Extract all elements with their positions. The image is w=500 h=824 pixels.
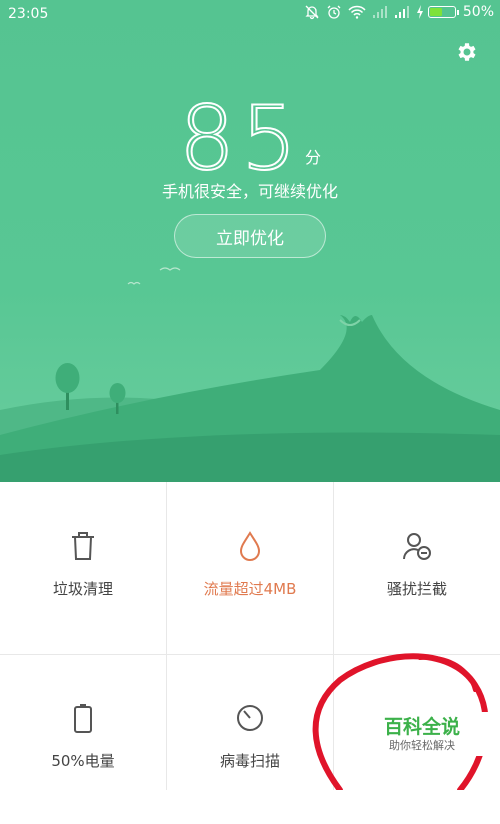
watermark-subtitle: 助你轻松解决 — [389, 739, 455, 752]
hero-panel: 23:05 50% 85 分 手机很安全，可继续优化 立即优化 — [0, 0, 500, 482]
tool-label: 病毒扫描 — [219, 752, 280, 770]
security-status-text: 手机很安全，可继续优化 — [161, 182, 338, 201]
tool-junk-cleanup[interactable]: 垃圾清理 — [0, 482, 166, 652]
score-value: 85 — [178, 87, 303, 190]
settings-gear-icon[interactable] — [455, 40, 479, 64]
tool-label: 50%电量 — [51, 752, 115, 770]
tool-data-usage[interactable]: 流量超过4MB — [167, 482, 333, 652]
user-block-icon — [403, 533, 431, 560]
security-score: 85 分 — [0, 94, 500, 184]
tool-label: 垃圾清理 — [52, 580, 113, 598]
watermark-logo: 百科全说 助你轻松解决 — [352, 712, 492, 756]
tool-virus-scan[interactable]: 病毒扫描 — [167, 654, 333, 824]
trash-icon — [72, 532, 94, 560]
tool-harassment-block[interactable]: 骚扰拦截 — [334, 482, 500, 652]
tool-label: 骚扰拦截 — [386, 580, 447, 598]
status-bar: 23:05 50% — [0, 0, 500, 28]
battery-percent: 50% — [462, 4, 494, 20]
drop-icon — [239, 531, 261, 561]
battery-icon — [427, 6, 456, 18]
tool-battery[interactable]: 50%电量 — [0, 654, 166, 824]
charging-icon — [416, 5, 423, 19]
signal-icon-2 — [394, 6, 409, 18]
mute-bell-icon — [305, 5, 319, 20]
landscape-illustration — [0, 267, 500, 482]
tool-label: 流量超过4MB — [203, 580, 297, 598]
optimize-now-button[interactable]: 立即优化 — [174, 214, 326, 258]
status-time: 23:05 — [8, 6, 49, 22]
score-unit: 分 — [304, 148, 321, 167]
watermark-title: 百科全说 — [383, 716, 460, 738]
battery-indicator: 50% — [416, 4, 494, 20]
battery-level-fill — [429, 8, 442, 16]
battery-icon — [74, 704, 92, 733]
virus-scan-icon — [237, 705, 263, 731]
alarm-icon — [327, 5, 341, 19]
signal-icon-1 — [372, 6, 387, 18]
wifi-icon — [348, 5, 366, 19]
